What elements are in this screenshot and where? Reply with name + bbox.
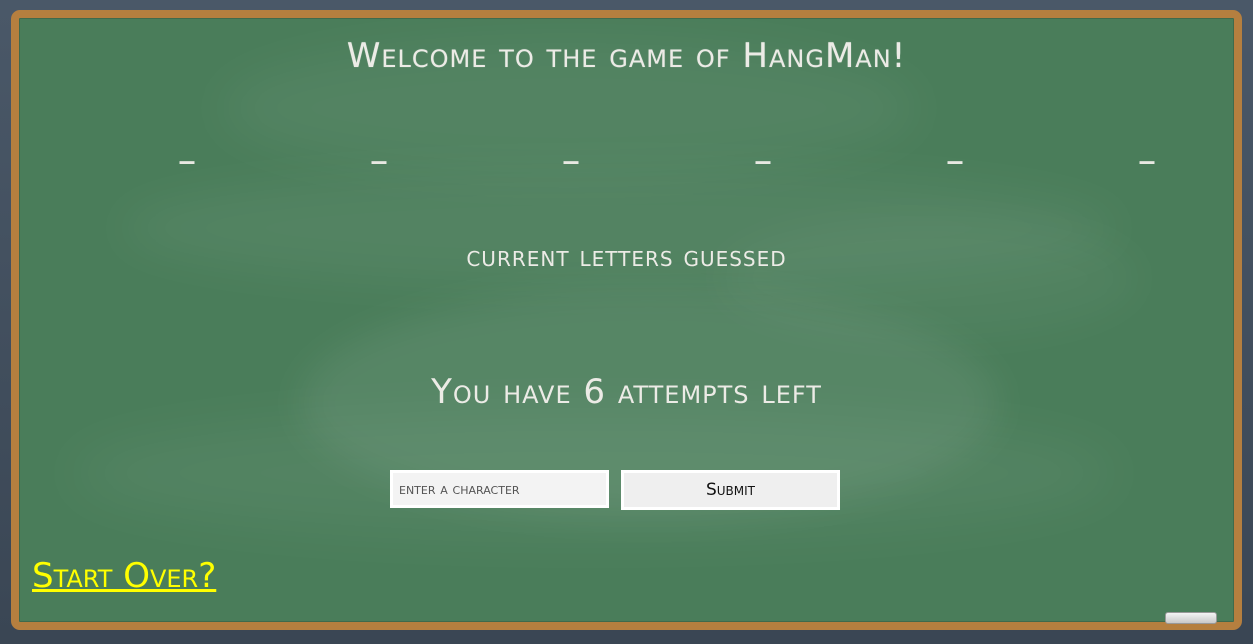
chalkboard bbox=[11, 10, 1242, 630]
letter-blank: _ bbox=[1139, 130, 1155, 165]
character-input[interactable] bbox=[390, 470, 609, 508]
letter-blank: _ bbox=[563, 130, 579, 165]
letter-blank: _ bbox=[755, 130, 771, 165]
chalk-smudge bbox=[719, 218, 1139, 338]
chalk-eraser-icon bbox=[1165, 612, 1217, 624]
letter-blank: _ bbox=[947, 130, 963, 165]
guessed-letters-label: current letters guessed bbox=[466, 240, 787, 273]
letter-blank: _ bbox=[371, 130, 387, 165]
submit-button[interactable]: Submit bbox=[621, 470, 840, 510]
letter-blank: _ bbox=[179, 130, 195, 165]
word-blanks: _ _ _ _ _ _ bbox=[150, 130, 1155, 170]
start-over-link[interactable]: Start Over? bbox=[32, 556, 216, 596]
guess-form: Submit bbox=[390, 470, 840, 510]
attempts-remaining: You have 6 attempts left bbox=[431, 372, 822, 412]
game-title: Welcome to the game of HangMan! bbox=[346, 36, 907, 76]
